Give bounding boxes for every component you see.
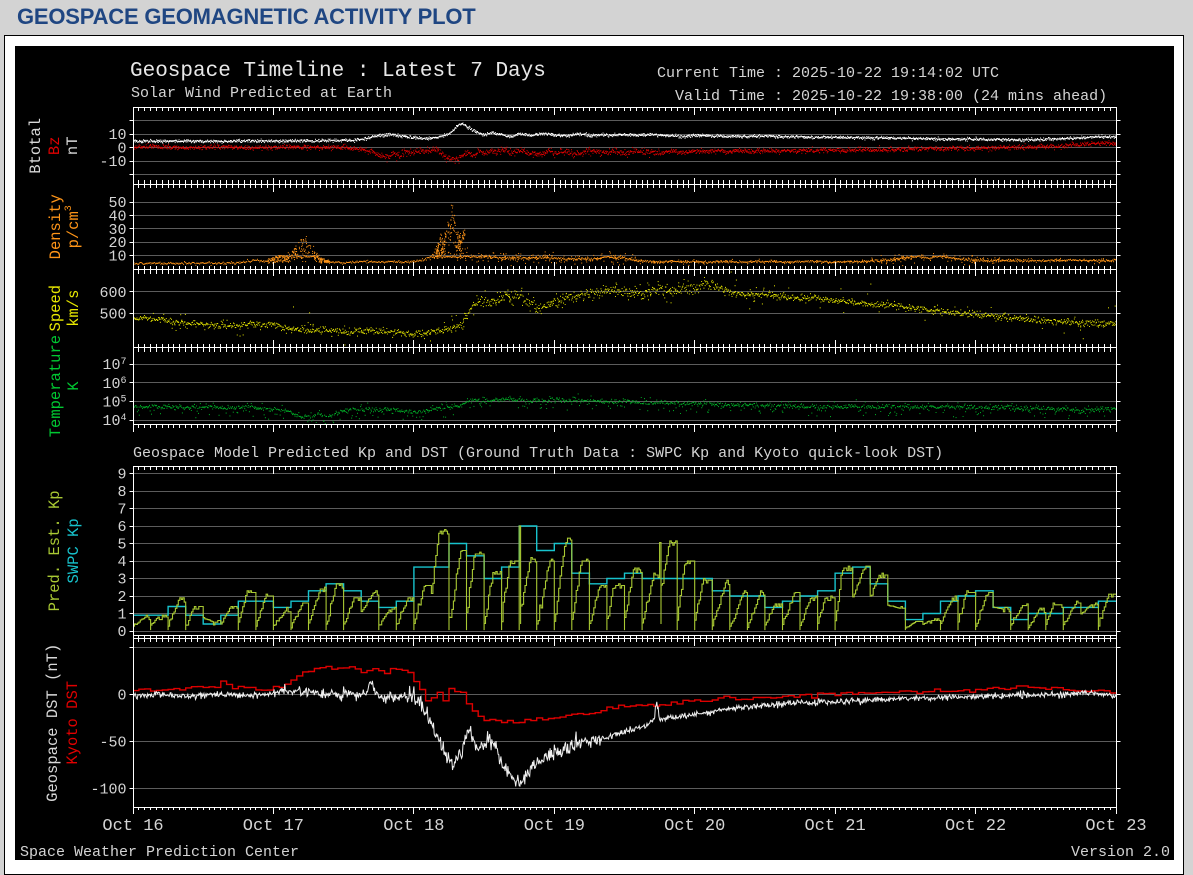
svg-text:Space Weather Prediction Cente: Space Weather Prediction Center bbox=[20, 844, 299, 860]
svg-text:-100: -100 bbox=[90, 782, 126, 799]
svg-text:3: 3 bbox=[117, 572, 126, 589]
svg-text:10: 10 bbox=[108, 249, 126, 266]
svg-text:6: 6 bbox=[117, 519, 126, 536]
svg-text:Version 2.0: Version 2.0 bbox=[1071, 844, 1170, 860]
svg-text:Oct 16: Oct 16 bbox=[102, 817, 163, 836]
svg-text:Oct 18: Oct 18 bbox=[383, 817, 444, 836]
svg-text:4: 4 bbox=[117, 554, 126, 571]
svg-text:Valid Time : 2025-10-22 19:38:: Valid Time : 2025-10-22 19:38:00 (24 min… bbox=[675, 88, 1107, 105]
svg-text:Geospace Timeline : Latest 7 D: Geospace Timeline : Latest 7 Days bbox=[130, 60, 546, 83]
svg-text:Geospace Model Predicted Kp an: Geospace Model Predicted Kp and DST (Gro… bbox=[133, 445, 943, 462]
svg-text:Temperature: Temperature bbox=[47, 335, 65, 437]
svg-text:km/s: km/s bbox=[65, 290, 83, 327]
svg-text:Current Time : 2025-10-22 19:1: Current Time : 2025-10-22 19:14:02 UTC bbox=[657, 65, 999, 82]
svg-text:Btotal: Btotal bbox=[27, 118, 45, 174]
svg-text:Oct 23: Oct 23 bbox=[1085, 817, 1146, 836]
svg-text:p/cm3: p/cm3 bbox=[64, 205, 84, 248]
svg-text:0: 0 bbox=[117, 687, 126, 704]
svg-text:Oct 19: Oct 19 bbox=[524, 817, 585, 836]
svg-text:Oct 17: Oct 17 bbox=[243, 817, 304, 836]
svg-text:Oct 22: Oct 22 bbox=[945, 817, 1006, 836]
svg-text:Oct 21: Oct 21 bbox=[804, 817, 865, 836]
svg-text:9: 9 bbox=[117, 467, 126, 484]
svg-text:Bz: Bz bbox=[46, 136, 64, 155]
svg-text:Geospace DST (nT): Geospace DST (nT) bbox=[44, 644, 62, 802]
svg-text:nT: nT bbox=[64, 136, 82, 155]
svg-text:1: 1 bbox=[117, 607, 126, 624]
svg-text:500: 500 bbox=[99, 307, 126, 324]
svg-text:5: 5 bbox=[117, 537, 126, 554]
svg-text:Kyoto DST: Kyoto DST bbox=[64, 681, 82, 765]
svg-text:7: 7 bbox=[117, 502, 126, 519]
svg-text:-50: -50 bbox=[99, 735, 126, 752]
svg-text:Oct 20: Oct 20 bbox=[664, 817, 725, 836]
svg-text:0: 0 bbox=[117, 624, 126, 641]
svg-text:-10: -10 bbox=[99, 154, 126, 171]
svg-text:SWPC Kp: SWPC Kp bbox=[65, 518, 83, 583]
svg-text:8: 8 bbox=[117, 484, 126, 501]
svg-text:Density: Density bbox=[47, 194, 65, 259]
svg-text:2: 2 bbox=[117, 589, 126, 606]
svg-text:K: K bbox=[65, 381, 83, 391]
svg-text:Speed: Speed bbox=[47, 285, 65, 332]
svg-text:600: 600 bbox=[99, 285, 126, 302]
svg-text:Solar Wind Predicted at Earth: Solar Wind Predicted at Earth bbox=[131, 85, 392, 102]
svg-text:Pred. Est. Kp: Pred. Est. Kp bbox=[46, 490, 64, 611]
